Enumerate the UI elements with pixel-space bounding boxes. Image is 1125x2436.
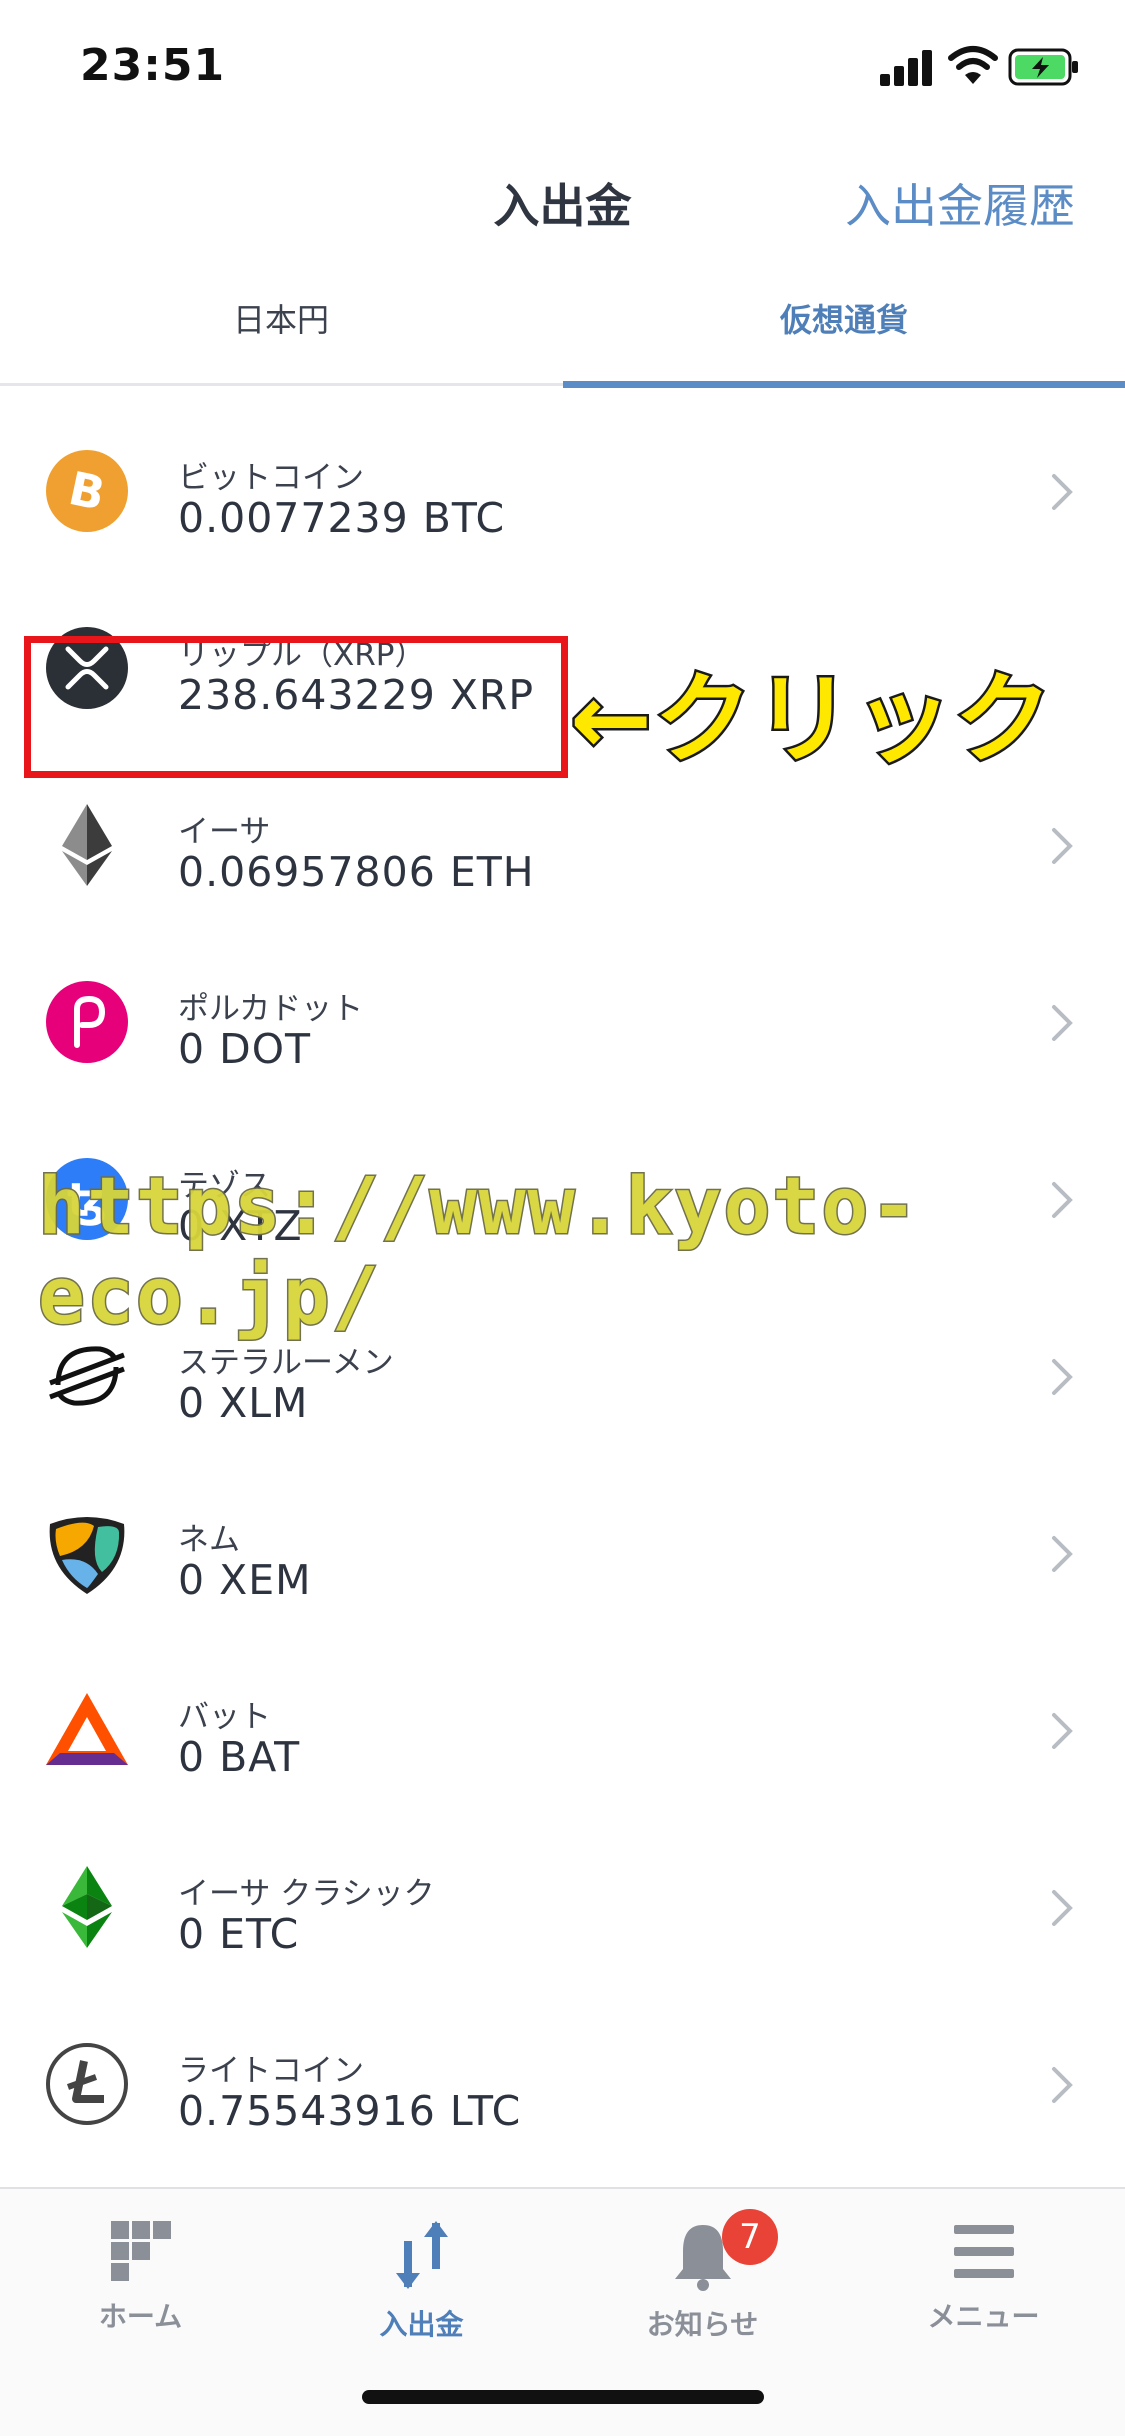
stellar-icon bbox=[49, 1346, 125, 1406]
tab-crypto[interactable]: 仮想通貨 bbox=[563, 290, 1125, 386]
coin-amount: 0 ETC bbox=[178, 1910, 300, 1958]
tab-label: ホーム bbox=[98, 2300, 183, 2333]
tab-label: お知らせ bbox=[646, 2308, 759, 2341]
tab-notifications[interactable]: 7 お知らせ bbox=[562, 2209, 843, 2359]
cellular-signal-icon bbox=[880, 50, 936, 86]
header: 入出金 入出金履歴 bbox=[0, 150, 1125, 250]
tab-menu[interactable]: メニュー bbox=[843, 2209, 1124, 2359]
coin-name: ネム bbox=[178, 1522, 240, 1558]
coin-name: バット bbox=[178, 1699, 271, 1735]
tab-japanese-yen[interactable]: 日本円 bbox=[0, 290, 562, 386]
coin-amount: 0.75543916 LTC bbox=[178, 2087, 522, 2135]
click-annotation: ←クリック bbox=[567, 661, 1055, 780]
battery-charging-icon bbox=[1008, 48, 1078, 86]
coin-name: ライトコイン bbox=[178, 2053, 364, 2089]
coin-row-bat[interactable]: バット 0 BAT bbox=[0, 1639, 1125, 1816]
wifi-icon bbox=[948, 46, 998, 84]
tab-label: 入出金 bbox=[379, 2308, 464, 2341]
coin-row-btc[interactable]: B ビットコイン 0.0077239 BTC bbox=[0, 400, 1125, 577]
notification-badge: 7 bbox=[722, 2209, 778, 2265]
transfer-icon bbox=[395, 2221, 448, 2289]
chevron-right-icon bbox=[1052, 474, 1073, 510]
chevron-right-icon bbox=[1052, 828, 1073, 864]
ethereum-icon bbox=[62, 804, 112, 886]
litecoin-icon bbox=[46, 2043, 128, 2125]
status-bar: 23:51 bbox=[0, 0, 1125, 132]
coin-name: ポルカドット bbox=[178, 991, 364, 1027]
coin-amount: 0.06957806 ETH bbox=[178, 848, 535, 896]
coin-name: イーサ bbox=[178, 814, 271, 850]
coin-amount: 0 XLM bbox=[178, 1379, 309, 1427]
bitcoin-icon: B bbox=[46, 450, 128, 532]
nem-icon bbox=[49, 1517, 125, 1594]
chevron-right-icon bbox=[1052, 2067, 1073, 2103]
ethereum-classic-icon bbox=[62, 1866, 112, 1948]
currency-tabs: 日本円 仮想通貨 bbox=[0, 290, 1125, 388]
coin-name: ステラルーメン bbox=[178, 1345, 394, 1381]
coin-row-etc[interactable]: イーサ クラシック 0 ETC bbox=[0, 1816, 1125, 1993]
history-link[interactable]: 入出金履歴 bbox=[845, 170, 1075, 236]
home-icon bbox=[110, 2221, 171, 2281]
chevron-right-icon bbox=[1052, 1005, 1073, 1041]
tab-home[interactable]: ホーム bbox=[0, 2209, 281, 2359]
coin-amount: 0.0077239 BTC bbox=[178, 494, 506, 542]
home-indicator bbox=[362, 2390, 764, 2404]
chevron-right-icon bbox=[1052, 1359, 1073, 1395]
tab-label: メニュー bbox=[927, 2300, 1040, 2333]
coin-name: ビットコイン bbox=[178, 460, 364, 496]
coin-name: イーサ クラシック bbox=[178, 1876, 435, 1912]
chevron-right-icon bbox=[1052, 1890, 1073, 1926]
coin-amount: 0 BAT bbox=[178, 1733, 301, 1781]
coin-row-xem[interactable]: ネム 0 XEM bbox=[0, 1462, 1125, 1639]
tab-transfer[interactable]: 入出金 bbox=[281, 2209, 562, 2359]
bat-icon bbox=[46, 1693, 128, 1765]
coin-amount: 0 DOT bbox=[178, 1025, 312, 1073]
status-time: 23:51 bbox=[80, 40, 226, 91]
coin-amount: 0 XEM bbox=[178, 1556, 312, 1604]
polkadot-icon bbox=[46, 981, 128, 1063]
chevron-right-icon bbox=[1052, 1536, 1073, 1572]
coin-row-ltc[interactable]: ライトコイン 0.75543916 LTC bbox=[0, 1993, 1125, 2170]
chevron-right-icon bbox=[1052, 1713, 1073, 1749]
coin-row-dot[interactable]: ポルカドット 0 DOT bbox=[0, 931, 1125, 1108]
active-tab-indicator bbox=[563, 381, 1125, 388]
highlight-box bbox=[24, 636, 568, 778]
menu-icon bbox=[953, 2225, 1014, 2278]
watermark: https://www.kyoto-eco.jp/ bbox=[37, 1161, 920, 1344]
